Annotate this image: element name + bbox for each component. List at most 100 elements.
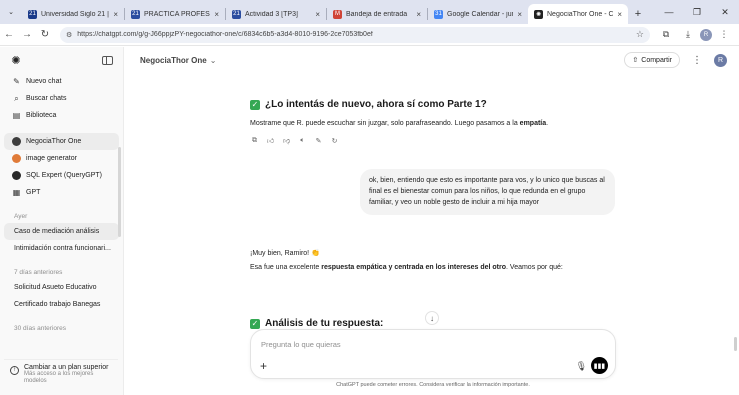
browser-menu-icon[interactable]: ⋮ [714, 25, 734, 45]
browser-tab-strip: ⌄ 21 Universidad Siglo 21 | Sigl × 21 PR… [0, 0, 739, 24]
voice-mode-icon[interactable]: ▮▮▮ [591, 357, 608, 374]
close-tab-icon[interactable]: × [315, 10, 320, 19]
close-tab-icon[interactable]: × [617, 10, 622, 19]
sidebar-gpt-image-generator[interactable]: image generator [4, 150, 119, 167]
scroll-down-button[interactable]: ↓ [425, 311, 439, 325]
close-tab-icon[interactable]: × [113, 10, 118, 19]
chatgpt-favicon-icon: ✺ [534, 9, 543, 19]
microphone-icon[interactable]: 🎙︎ [576, 361, 587, 372]
gmail-favicon-icon: M [333, 9, 342, 19]
message-actions: ⧉ 👍︎ 👎︎ 🔈︎ ✎ ↻ [250, 136, 339, 146]
gpt-avatar-icon [12, 171, 21, 180]
chat-header: NegociaThor One ⌄ ⇧ Compartir ⋮ R [124, 47, 739, 73]
sidebar-gpt-explore[interactable]: ▦ GPT [4, 184, 119, 201]
composer-input[interactable]: Pregunta lo que quieras [261, 340, 341, 349]
sidebar: ✺ ✎ Nuevo chat ⌕ Buscar chats ▤ Bibliote… [0, 47, 124, 395]
browser-tab[interactable]: 21 Universidad Siglo 21 | Sigl × [22, 4, 124, 24]
sidebar-item-library[interactable]: ▤ Biblioteca [4, 107, 119, 124]
sidebar-section-title: 7 días anteriores [14, 269, 63, 276]
library-icon: ▤ [12, 111, 21, 120]
text: Esa fue una excelente [250, 264, 322, 271]
browser-toolbar: ← → ↻ ⚙ https://chatgpt.com/g/g-J66ppjzP… [0, 24, 739, 46]
assistant-heading: ✓ ¿Lo intentás de nuevo, ahora sí como P… [250, 99, 487, 110]
close-tab-icon[interactable]: × [214, 10, 219, 19]
search-icon: ⌕ [14, 93, 19, 103]
browser-tab[interactable]: 21 Actividad 3 [TP3] × [226, 4, 326, 24]
tab-search-chevron-icon[interactable]: ⌄ [0, 0, 22, 24]
openai-logo-icon[interactable]: ✺ [10, 54, 22, 67]
sidebar-chat-item[interactable]: Solicitud Asueto Educativo [4, 279, 119, 296]
text: . [546, 120, 549, 127]
tab-title: Universidad Siglo 21 | Sigl [41, 10, 109, 18]
minimize-icon[interactable]: — [655, 0, 683, 24]
thumbs-down-icon[interactable]: 👎︎ [282, 136, 291, 145]
sidebar-item-label: Buscar chats [26, 95, 67, 102]
model-selector[interactable]: NegociaThor One ⌄ [140, 56, 216, 65]
tab-title: Google Calendar - junio de [447, 10, 513, 18]
assistant-reply-line: ¡Muy bien, Ramiro! 👏 [250, 250, 320, 257]
download-icon[interactable]: ⤓ [678, 25, 698, 45]
tab-title: PRÁCTICA PROFESIONAL [144, 10, 210, 18]
more-options-icon[interactable]: ⋮ [692, 55, 702, 66]
assistant-heading: ✓ Análisis de tu respuesta: [250, 318, 383, 329]
bookmark-star-icon[interactable]: ☆ [636, 29, 644, 40]
address-bar[interactable]: ⚙ https://chatgpt.com/g/g-J66ppjzPY-nego… [60, 26, 650, 43]
sidebar-chat-item[interactable]: Certificado trabajo Banegas [4, 296, 119, 313]
sidebar-item-label: NegociaThor One [26, 138, 82, 145]
browser-tab[interactable]: M Bandeja de entrada × [327, 4, 427, 24]
sidebar-section-title: Ayer [14, 213, 28, 220]
new-tab-button[interactable]: + [628, 4, 648, 24]
copy-icon[interactable]: ⧉ [250, 136, 259, 145]
sidebar-item-label: SQL Expert (QueryGPT) [26, 172, 102, 179]
sidebar-gpt-sql-expert[interactable]: SQL Expert (QueryGPT) [4, 167, 119, 184]
upgrade-icon: ↑ [10, 365, 19, 375]
assistant-paragraph: Mostrame que R. puede escuchar sin juzga… [250, 119, 616, 130]
share-button[interactable]: ⇧ Compartir [624, 52, 680, 68]
close-window-icon[interactable]: ✕ [711, 0, 739, 24]
extensions-icon[interactable]: ⧉ [656, 25, 676, 45]
plus-icon[interactable]: + [260, 359, 267, 373]
sidebar-chat-item[interactable]: Caso de mediación análisis [4, 223, 119, 240]
sidebar-scrollbar[interactable] [118, 147, 121, 237]
back-arrow-icon[interactable]: ← [0, 24, 18, 46]
upgrade-plan-button[interactable]: ↑ Cambiar a un plan superior Más acceso … [4, 358, 118, 389]
browser-profile-avatar[interactable]: R [700, 28, 712, 41]
edit-gpt-icon[interactable]: ✎ [314, 136, 323, 145]
user-message-bubble: ok, bien, entiendo que esto es important… [360, 169, 615, 215]
share-label: Compartir [641, 56, 672, 64]
browser-tab-active[interactable]: ✺ NegociaThor One - Caso d × [528, 4, 628, 24]
sidebar-toggle-icon[interactable] [102, 55, 113, 65]
siglo21-favicon-icon: 21 [131, 9, 140, 19]
edit-icon: ✎ [13, 77, 20, 86]
text: . Veamos por qué: [506, 264, 563, 271]
sidebar-item-search-chats[interactable]: ⌕ Buscar chats [4, 90, 119, 107]
browser-tab[interactable]: 21 PRÁCTICA PROFESIONAL × [125, 4, 225, 24]
site-info-icon[interactable]: ⚙ [66, 31, 72, 39]
close-tab-icon[interactable]: × [517, 10, 522, 19]
sidebar-chat-item[interactable]: Intimidación contra funcionari... [4, 240, 119, 257]
gpt-avatar-icon [12, 154, 21, 163]
siglo21-favicon-icon: 21 [232, 9, 241, 19]
reload-icon[interactable]: ↻ [36, 24, 54, 46]
restore-icon[interactable]: ❐ [683, 0, 711, 24]
close-tab-icon[interactable]: × [416, 10, 421, 19]
bold-text: respuesta empática y centrada en los int… [321, 264, 507, 271]
main-scrollbar[interactable] [734, 337, 737, 351]
browser-tab[interactable]: 31 Google Calendar - junio de × [428, 4, 528, 24]
sidebar-gpt-negociathor[interactable]: NegociaThor One [4, 133, 119, 150]
thumbs-up-icon[interactable]: 👍︎ [266, 136, 275, 145]
read-aloud-icon[interactable]: 🔈︎ [298, 136, 307, 145]
regenerate-icon[interactable]: ↻ [330, 136, 339, 145]
tab-title: Actividad 3 [TP3] [245, 10, 298, 18]
check-mark-icon: ✓ [250, 318, 260, 329]
heading-text: Análisis de tu respuesta: [265, 318, 384, 329]
url-text[interactable]: https://chatgpt.com/g/g-J66ppjzPY-negoci… [77, 31, 631, 38]
forward-arrow-icon[interactable]: → [18, 24, 36, 46]
tab-title: Bandeja de entrada [346, 10, 408, 18]
sidebar-item-new-chat[interactable]: ✎ Nuevo chat [4, 73, 119, 90]
text: Mostrame que R. puede escuchar sin juzga… [250, 120, 520, 127]
message-composer[interactable]: Pregunta lo que quieras + 🎙︎ ▮▮▮ [250, 329, 616, 379]
sidebar-item-label: Biblioteca [26, 112, 57, 119]
user-avatar[interactable]: R [714, 53, 727, 67]
